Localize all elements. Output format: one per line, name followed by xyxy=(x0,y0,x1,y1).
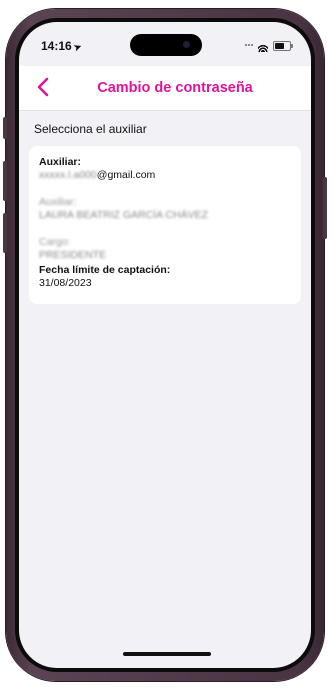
wifi-icon xyxy=(258,41,268,52)
back-chevron-icon[interactable] xyxy=(33,76,55,98)
cargo-value: PRESIDENTE xyxy=(39,249,107,261)
auxiliar-field: Auxiliar: xxxxx.l.a000@gmail.com xyxy=(39,156,291,182)
home-indicator[interactable] xyxy=(123,652,211,656)
phone-bezel: 14:16➤ Cambio de contraseña Selecciona e… xyxy=(15,18,315,672)
dynamic-island xyxy=(130,34,202,56)
page-title: Cambio de contraseña xyxy=(97,80,253,96)
battery-icon xyxy=(273,41,293,51)
phone-frame: 14:16➤ Cambio de contraseña Selecciona e… xyxy=(3,9,327,681)
phone-screen: 14:16➤ Cambio de contraseña Selecciona e… xyxy=(19,22,311,668)
auxiliar-email-blurred: xxxxx.l.a000 xyxy=(39,169,97,181)
auxiliar-label: Auxiliar: xyxy=(39,156,82,168)
status-time: 14:16➤ xyxy=(41,39,83,54)
auxiliar-email: xxxxx.l.a000@gmail.com xyxy=(39,169,291,182)
status-icons xyxy=(245,40,293,52)
fecha-label: Fecha límite de captación: xyxy=(39,264,171,276)
cargo-label: Cargo: xyxy=(39,236,71,248)
camera-icon xyxy=(183,41,190,48)
signal-icon xyxy=(245,44,253,48)
volume-up-button xyxy=(3,161,7,201)
volume-down-button xyxy=(3,213,7,253)
location-arrow-icon: ➤ xyxy=(72,41,83,54)
fecha-value: 31/08/2023 xyxy=(39,277,92,289)
section-title: Selecciona el auxiliar xyxy=(34,122,147,136)
name-value: LAURA BEATRIZ GARCÍA CHÁVEZ xyxy=(39,209,209,221)
power-button xyxy=(323,177,327,239)
name-label: Auxiliar: xyxy=(39,196,77,208)
fecha-field: Fecha límite de captación: 31/08/2023 xyxy=(39,264,291,290)
navigation-bar: Cambio de contraseña xyxy=(19,66,311,111)
status-time-text: 14:16 xyxy=(41,39,72,53)
action-button xyxy=(3,117,7,139)
status-bar: 14:16➤ xyxy=(19,22,311,66)
name-field: Auxiliar: LAURA BEATRIZ GARCÍA CHÁVEZ xyxy=(39,196,291,222)
auxiliar-card[interactable]: Auxiliar: xxxxx.l.a000@gmail.com Auxilia… xyxy=(29,146,301,304)
cargo-field: Cargo: PRESIDENTE xyxy=(39,236,291,262)
auxiliar-email-domain: @gmail.com xyxy=(96,169,156,181)
